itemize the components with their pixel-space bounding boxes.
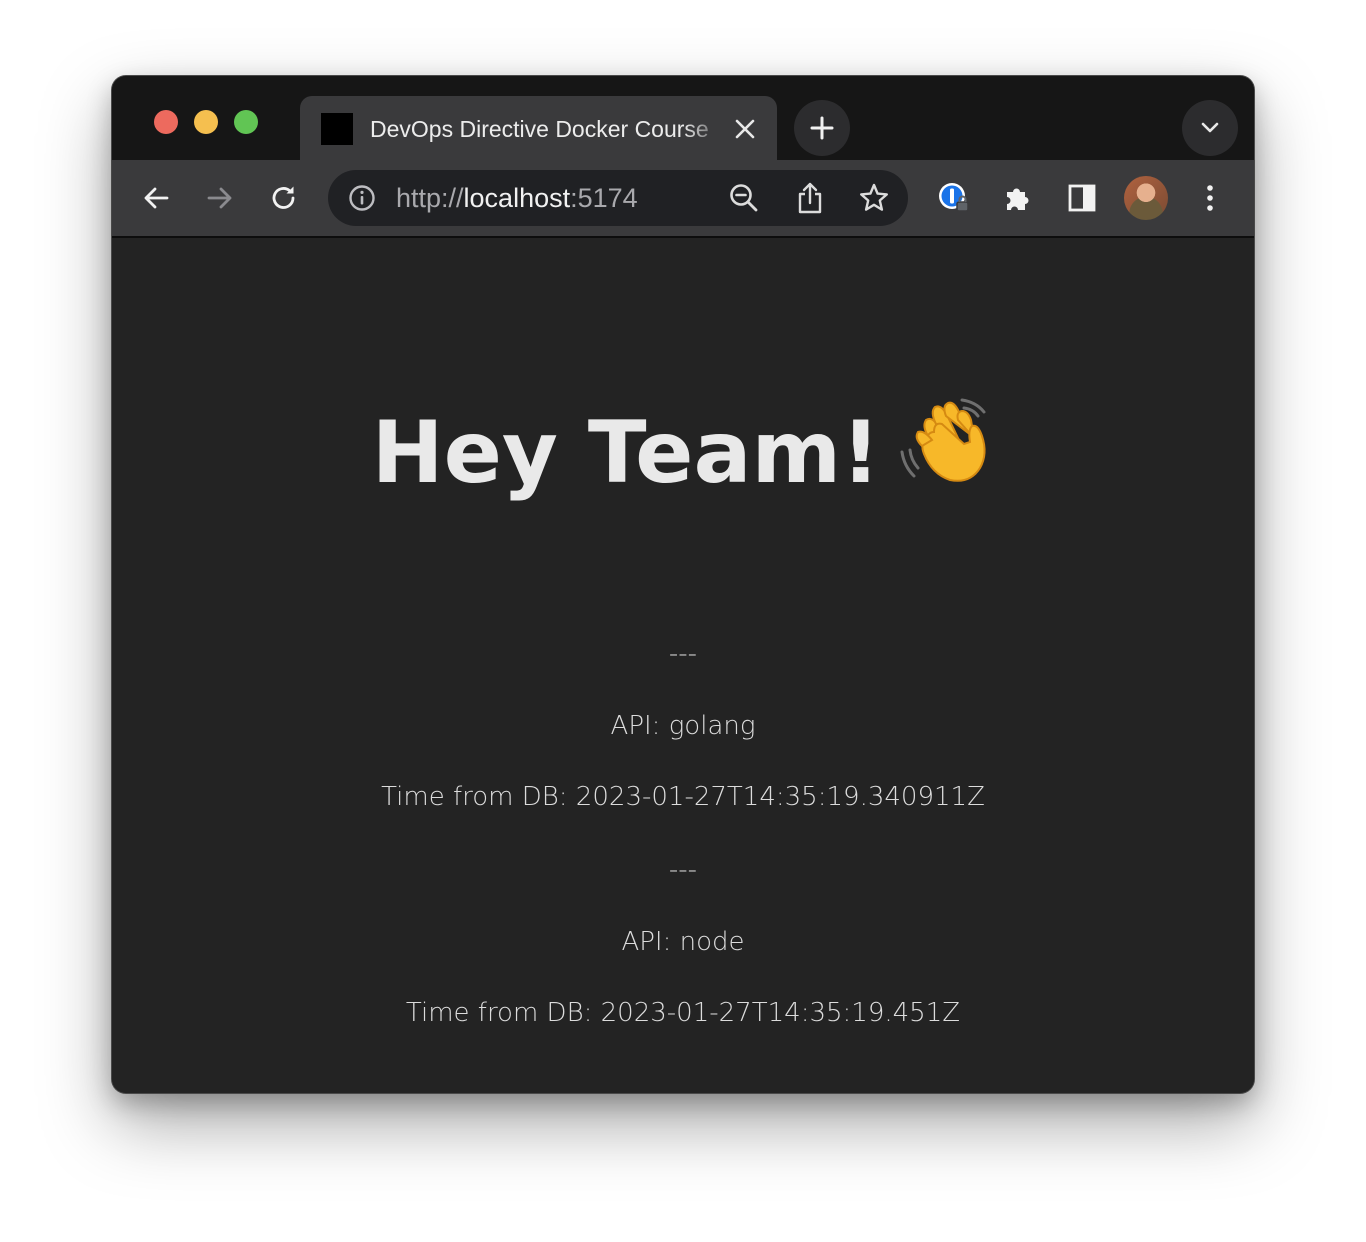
1password-icon <box>939 183 969 212</box>
reload-icon <box>272 186 295 209</box>
reload-button[interactable] <box>264 178 304 218</box>
chevron-down-icon <box>1201 122 1219 133</box>
side-panel-button[interactable] <box>1062 178 1102 218</box>
url-host: localhost <box>463 183 571 213</box>
new-tab-button[interactable] <box>794 100 850 156</box>
window-minimize-button[interactable] <box>194 110 218 134</box>
separator-2: --- <box>668 855 698 885</box>
separator-1: --- <box>668 639 698 669</box>
forward-button[interactable] <box>200 178 240 218</box>
side-panel-icon <box>1068 184 1096 212</box>
tab-title: DevOps Directive Docker Course <box>370 116 709 142</box>
arrow-right-icon <box>207 187 232 209</box>
waving-hand-icon <box>898 396 994 509</box>
db-time-1: Time from DB: 2023-01-27T14:35:19.340911… <box>381 782 985 812</box>
plus-icon <box>810 116 834 140</box>
zoom-out-icon[interactable] <box>728 182 760 214</box>
window-close-button[interactable] <box>154 110 178 134</box>
page-heading: Hey Team! <box>112 396 1254 509</box>
star-icon[interactable] <box>858 182 890 214</box>
extensions-button[interactable] <box>998 178 1038 218</box>
browser-toolbar: http://localhost:5174 <box>112 160 1254 237</box>
back-button[interactable] <box>136 178 176 218</box>
browser-window: DevOps Directive Docker Course http://lo… <box>112 76 1254 1093</box>
heading-text: Hey Team! <box>371 403 881 503</box>
tab-search-button[interactable] <box>1182 100 1238 156</box>
window-zoom-button[interactable] <box>234 110 258 134</box>
url-port: :5174 <box>570 183 638 213</box>
url-text[interactable]: http://localhost:5174 <box>396 170 638 226</box>
active-tab[interactable]: DevOps Directive Docker Course <box>300 96 777 160</box>
page-content: Hey Team! --- API: golang Time from DB: … <box>112 238 1254 1093</box>
profile-avatar[interactable] <box>1124 176 1168 220</box>
tab-strip: DevOps Directive Docker Course <box>112 76 1254 160</box>
address-bar[interactable]: http://localhost:5174 <box>328 170 908 226</box>
db-time-2: Time from DB: 2023-01-27T14:35:19.451Z <box>405 998 961 1028</box>
kebab-menu-icon <box>1207 185 1213 211</box>
info-icon[interactable] <box>348 184 376 212</box>
password-manager-button[interactable] <box>934 178 974 218</box>
arrow-left-icon <box>144 187 169 209</box>
api-label-2: API: node <box>621 927 745 957</box>
url-scheme: http:// <box>396 183 464 213</box>
browser-menu-button[interactable] <box>1190 178 1230 218</box>
share-icon[interactable] <box>794 181 826 215</box>
api-label-1: API: golang <box>610 711 756 741</box>
close-icon <box>735 119 755 139</box>
tab-favicon-icon <box>321 113 353 145</box>
tab-close-button[interactable] <box>732 116 758 142</box>
puzzle-icon <box>1007 188 1029 210</box>
